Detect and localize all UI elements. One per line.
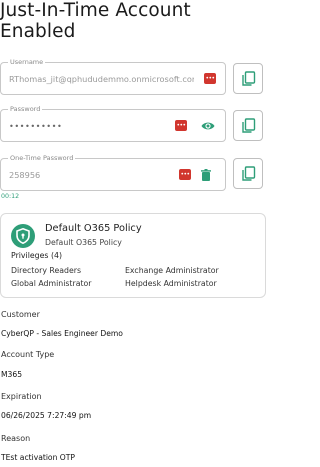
copy-password-button[interactable] [233,110,263,141]
otp-field[interactable]: One-Time Password 258956 ••• [0,154,226,191]
password-manager-icon[interactable]: ••• [175,120,187,131]
expiration-label: Expiration [1,392,42,401]
username-value[interactable]: RThomas_jit@qphududemmo.onmicrosoft.com [9,74,194,85]
privilege-item: Global Administrator [11,279,92,288]
copy-icon [242,118,256,133]
copy-otp-button[interactable] [233,158,263,189]
copy-icon [242,71,256,86]
policy-avatar [11,224,35,248]
privilege-item: Directory Readers [11,266,82,275]
username-field[interactable]: Username RThomas_jit@qphududemmo.onmicro… [0,58,226,95]
password-manager-icon[interactable]: ••• [204,73,216,84]
copy-username-button[interactable] [233,63,263,94]
reason-value: TEst activation OTP [1,453,76,462]
policy-subtitle: Default O365 Policy [45,238,122,247]
privilege-item: Helpdesk Administrator [125,279,217,288]
password-field[interactable]: Password •••••••••• ••• [0,105,226,142]
customer-label: Customer [1,310,40,319]
customer-value: CyberQP - Sales Engineer Demo [1,329,123,338]
reason-label: Reason [1,434,31,443]
eye-icon[interactable] [201,119,215,133]
otp-label: One-Time Password [8,154,76,163]
otp-timer: 00:12 [1,193,20,200]
password-label: Password [8,105,43,114]
expiration-value: 06/26/2025 7:27:49 pm [1,411,92,420]
policy-name: Default O365 Policy [45,223,142,234]
password-manager-icon[interactable]: ••• [179,169,191,180]
account-type-value: M365 [1,370,23,379]
policy-card: Default O365 Policy Default O365 Policy … [0,213,266,298]
shield-icon [16,228,30,244]
privilege-item: Exchange Administrator [125,266,219,275]
otp-value[interactable]: 258956 [9,170,194,181]
copy-icon [242,166,256,181]
password-value[interactable]: •••••••••• [9,121,194,132]
username-label: Username [8,58,46,67]
account-type-label: Account Type [1,350,55,359]
page-title: Just-In-Time Account Enabled [0,0,191,42]
privileges-title: Privileges (4) [11,251,63,260]
trash-icon[interactable] [199,168,213,182]
